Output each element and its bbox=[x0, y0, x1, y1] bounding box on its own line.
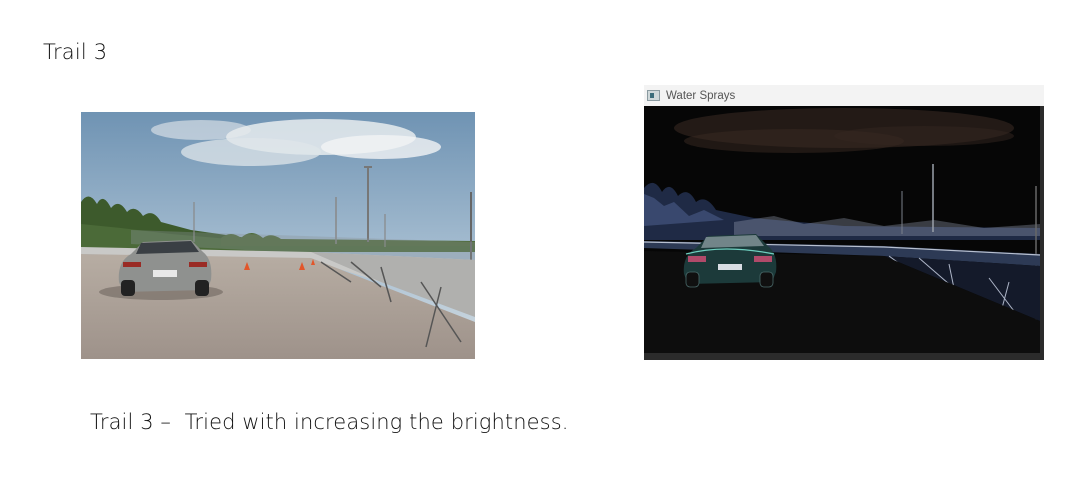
processed-photo-graphic bbox=[644, 106, 1040, 353]
original-photo bbox=[81, 112, 475, 359]
slide-caption: Trail 3 – Tried with increasing the brig… bbox=[90, 410, 569, 434]
slide-title: Trail 3 bbox=[43, 40, 108, 64]
original-photo-graphic bbox=[81, 112, 475, 359]
window-titlebar[interactable]: Water Sprays bbox=[644, 85, 1044, 106]
window-title: Water Sprays bbox=[666, 89, 736, 102]
processed-photo bbox=[644, 106, 1040, 353]
water-sprays-window[interactable]: Water Sprays bbox=[644, 85, 1044, 360]
app-window-icon bbox=[647, 90, 660, 101]
